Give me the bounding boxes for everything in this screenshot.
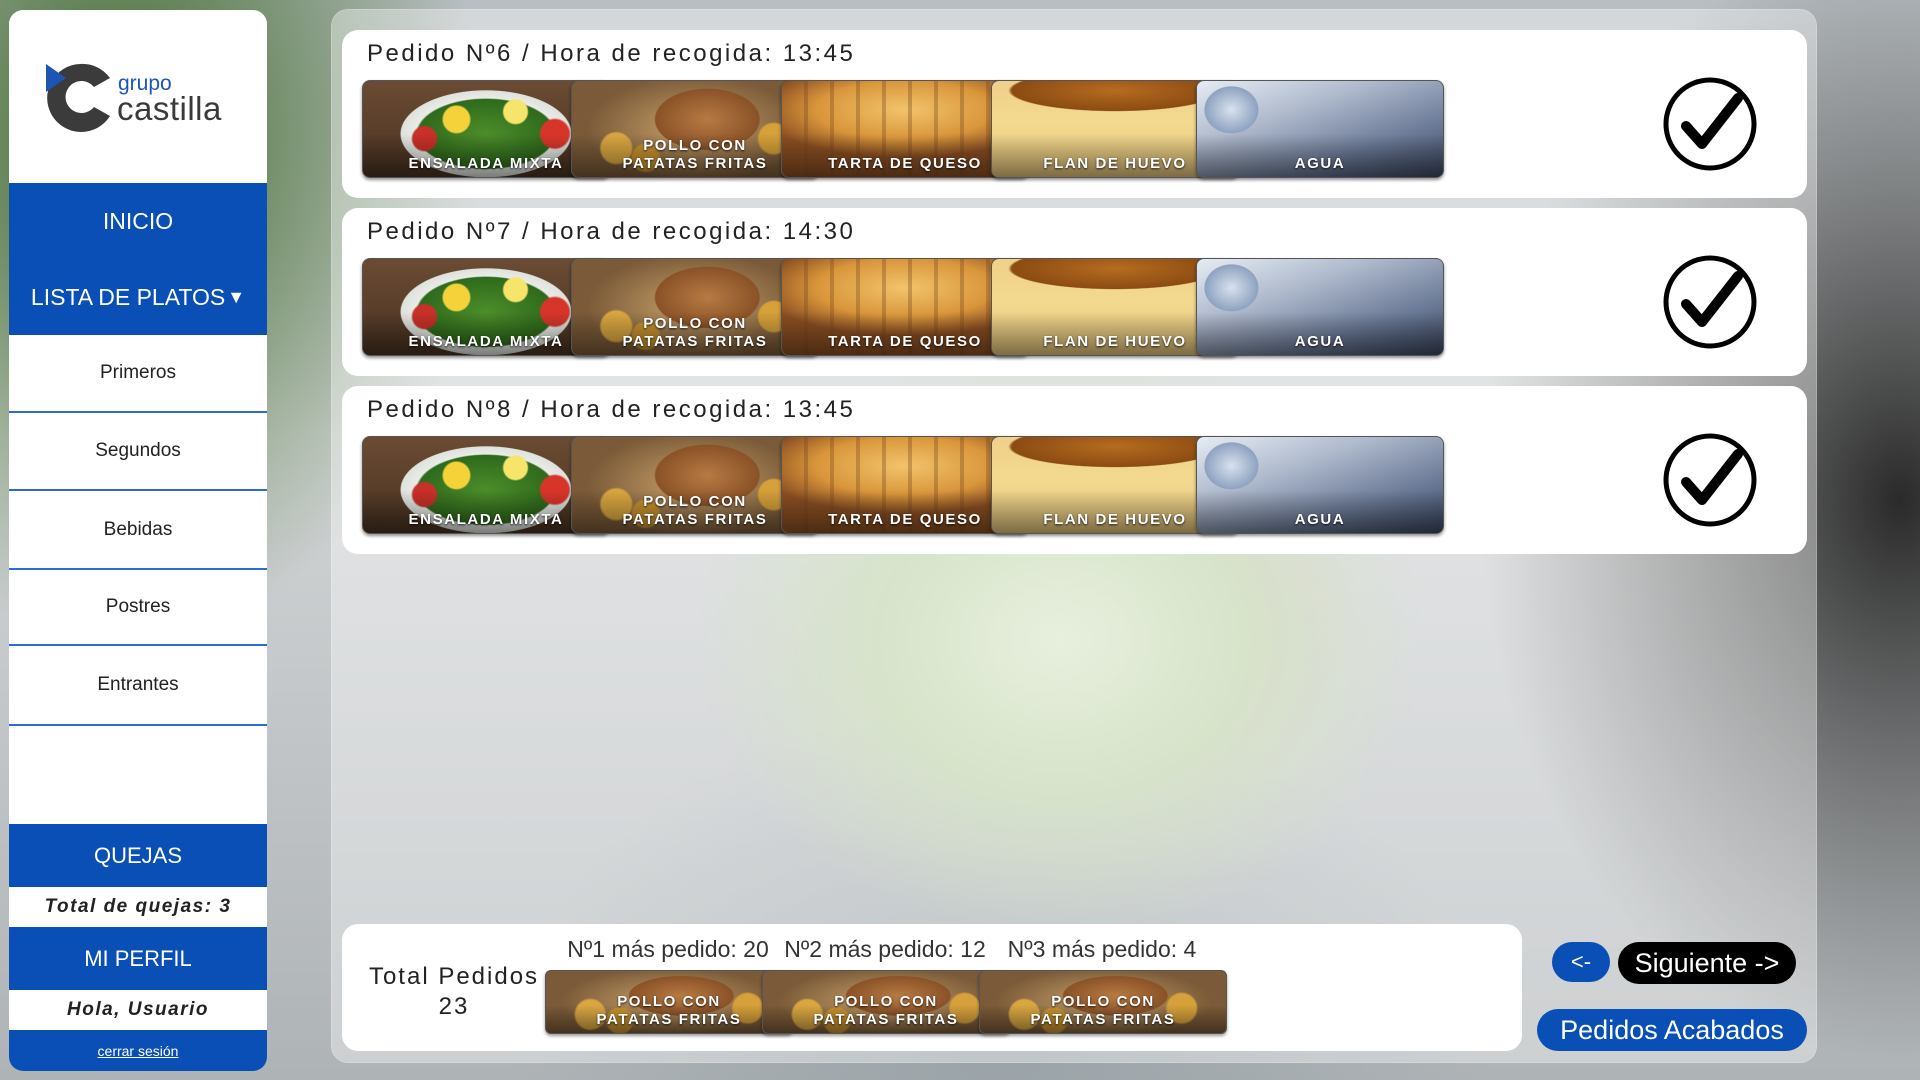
orders-panel: Pedido Nº6 / Hora de recogida: 13:45 ENSA… [332,10,1816,1062]
dish-label: AGUA [1294,155,1346,172]
dish-agua[interactable]: AGUA [1196,80,1444,178]
top-dish-label-line1: POLLO CON [617,993,721,1010]
order-card: Pedido Nº8 / Hora de recogida: 13:45 ENSA… [342,386,1807,554]
top-dish-label: POLLO CON PATATAS FRITAS [763,993,1009,1029]
top-dish-label-line2: PATATAS FRITAS [813,1011,959,1028]
nav-inicio[interactable]: INICIO [9,183,267,259]
quejas-total: Total de quejas: 3 [44,896,232,917]
category-entrantes[interactable]: Entrantes [9,646,267,726]
top-dish-image[interactable]: POLLO CON PATATAS FRITAS [762,970,1010,1034]
checkmark-circle-icon[interactable] [1662,76,1758,172]
total-pedidos: Total Pedidos 23 [364,962,544,1022]
top-dish-label-line2: PATATAS FRITAS [596,1011,742,1028]
order-title: Pedido Nº7 / Hora de recogida: 14:30 [367,218,856,245]
dish-label: AGUA [1294,333,1346,350]
top-dish-item: Nº3 más pedido: 4 POLLO CON PATATAS FRITAS [979,932,1227,1034]
next-button[interactable]: Siguiente -> [1618,942,1796,984]
nav-lista-label: LISTA DE PLATOS [30,283,226,310]
top-dish-title: Nº1 más pedido: 20 [567,936,769,962]
logo-text-castilla: castilla [117,90,222,127]
top-dish-label-line2: PATATAS FRITAS [1030,1011,1176,1028]
top-dish-image[interactable]: POLLO CON PATATAS FRITAS [545,970,793,1034]
dish-label: AGUA [1294,511,1346,528]
nav-lista-de-platos[interactable]: LISTA DE PLATOS ▼ [9,259,267,335]
logout-link[interactable]: cerrar sesión [9,1030,267,1071]
grupo-castilla-logo-icon [46,63,110,132]
category-postres[interactable]: Postres [9,570,267,646]
top-dish-title: Nº3 más pedido: 4 [1007,936,1197,962]
category-bebidas[interactable]: Bebidas [9,491,267,570]
dish-agua[interactable]: AGUA [1196,258,1444,356]
top-dish-item: Nº2 más pedido: 12 POLLO CON PATATAS FRITA… [762,932,1010,1034]
mi-perfil-button[interactable]: MI PERFIL [9,927,267,990]
total-pedidos-value: 23 [438,993,470,1020]
category-segundos[interactable]: Segundos [9,413,267,491]
top-dish-label-line1: POLLO CON [1051,993,1155,1010]
order-card: Pedido Nº7 / Hora de recogida: 14:30 ENSA… [342,208,1807,376]
quejas-button[interactable]: QUEJAS [9,824,267,887]
top-dish-label: POLLO CON PATATAS FRITAS [980,993,1226,1029]
order-title: Pedido Nº6 / Hora de recogida: 13:45 [367,40,856,67]
top-dish-label-line1: POLLO CON [834,993,938,1010]
category-primeros[interactable]: Primeros [9,335,267,413]
total-pedidos-label: Total Pedidos [368,963,540,990]
user-greeting: Hola, Usuario [67,999,209,1020]
order-title: Pedido Nº8 / Hora de recogida: 13:45 [367,396,856,423]
top-dish-title: Nº2 más pedido: 12 [784,936,986,962]
top-dish-label: POLLO CON PATATAS FRITAS [546,993,792,1029]
top-dish-item: Nº1 más pedido: 20 POLLO CON PATATAS FRITA… [545,932,793,1034]
checkmark-circle-icon[interactable] [1662,432,1758,528]
top-dish-image[interactable]: POLLO CON PATATAS FRITAS [979,970,1227,1034]
logo: grupo castilla [9,10,267,183]
dropdown-arrow-icon: ▼ [227,286,246,307]
checkmark-circle-icon[interactable] [1662,254,1758,350]
dish-agua[interactable]: AGUA [1196,436,1444,534]
stats-panel: Total Pedidos 23 Nº1 más pedido: 20 POLLO… [342,924,1522,1051]
sidebar: grupo castilla INICIO LISTA DE PLATOS ▼ … [9,10,267,1071]
pedidos-acabados-button[interactable]: Pedidos Acabados [1537,1009,1807,1051]
previous-button[interactable]: <- [1552,942,1610,982]
order-card: Pedido Nº6 / Hora de recogida: 13:45 ENSA… [342,30,1807,198]
